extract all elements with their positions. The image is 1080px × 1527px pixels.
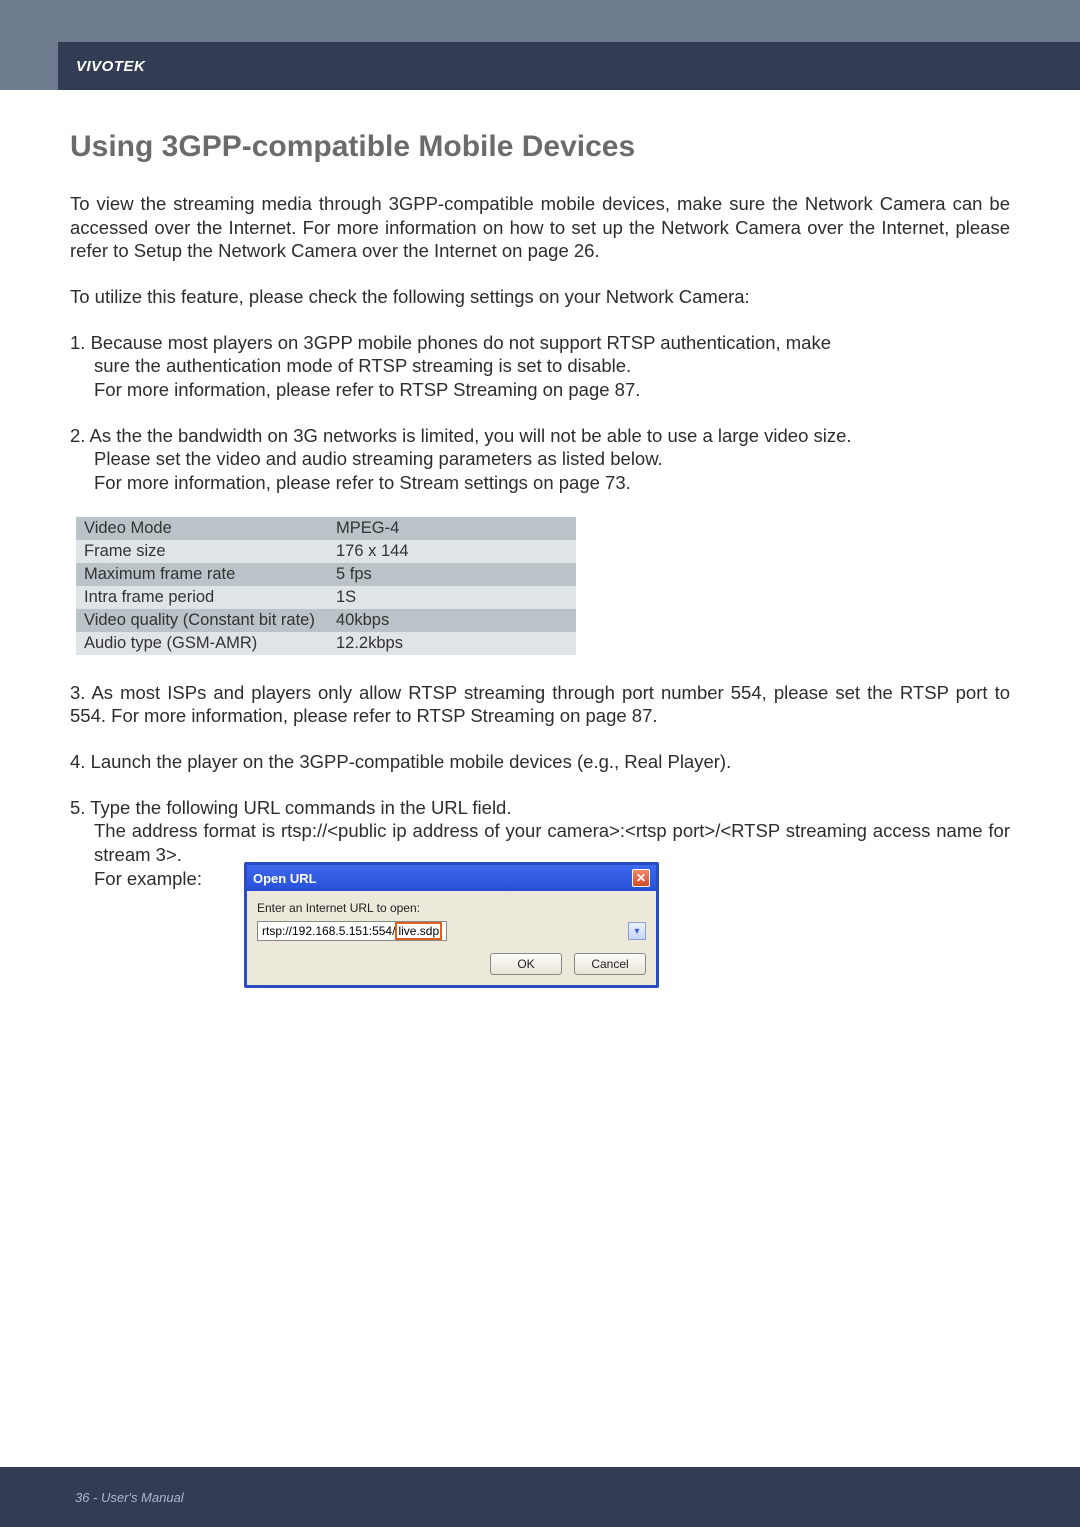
cell-key: Intra frame period [76, 586, 328, 609]
table-row: Frame size176 x 144 [76, 540, 576, 563]
cell-val: 12.2kbps [328, 632, 576, 655]
step-4: 4. Launch the player on the 3GPP-compati… [70, 750, 1010, 774]
dialog-body: Enter an Internet URL to open: rtsp://19… [247, 891, 656, 985]
settings-table: Video ModeMPEG-4 Frame size176 x 144 Max… [76, 517, 576, 655]
url-highlight: live.sdp [395, 922, 442, 940]
dialog-buttons: OK Cancel [257, 953, 646, 975]
dialog-titlebar[interactable]: Open URL ✕ [247, 865, 656, 891]
table-row: Maximum frame rate5 fps [76, 563, 576, 586]
step-1-line-1: 1. Because most players on 3GPP mobile p… [70, 331, 1010, 355]
cell-val: 40kbps [328, 609, 576, 632]
cell-val: 5 fps [328, 563, 576, 586]
table-row: Video quality (Constant bit rate)40kbps [76, 609, 576, 632]
brand-text: VIVOTEK [76, 58, 145, 75]
cancel-button[interactable]: Cancel [574, 953, 646, 975]
header-inner: VIVOTEK [58, 42, 1080, 90]
header-band: VIVOTEK [0, 0, 1080, 90]
intro-paragraph-1: To view the streaming media through 3GPP… [70, 192, 1010, 263]
table-row: Intra frame period1S [76, 586, 576, 609]
cell-key: Video quality (Constant bit rate) [76, 609, 328, 632]
step-1-line-2: sure the authentication mode of RTSP str… [70, 354, 1010, 378]
cell-key: Frame size [76, 540, 328, 563]
cell-key: Maximum frame rate [76, 563, 328, 586]
cell-key: Video Mode [76, 517, 328, 540]
url-row: rtsp://192.168.5.151:554/live.sdp ▾ [257, 921, 646, 941]
step-2-line-3: For more information, please refer to St… [70, 471, 1010, 495]
step-5-line-1: 5. Type the following URL commands in th… [70, 796, 1010, 820]
cell-val: MPEG-4 [328, 517, 576, 540]
page-footer: 36 - User's Manual [0, 1467, 1080, 1527]
cell-val: 1S [328, 586, 576, 609]
cell-key: Audio type (GSM-AMR) [76, 632, 328, 655]
chevron-down-icon[interactable]: ▾ [628, 922, 646, 940]
footer-text: 36 - User's Manual [75, 1490, 184, 1505]
close-icon[interactable]: ✕ [632, 869, 650, 887]
cell-val: 176 x 144 [328, 540, 576, 563]
table-row: Video ModeMPEG-4 [76, 517, 576, 540]
dialog-title-text: Open URL [253, 871, 317, 886]
step-1-line-3: For more information, please refer to RT… [70, 378, 1010, 402]
page-content: Using 3GPP-compatible Mobile Devices To … [0, 90, 1080, 890]
url-input[interactable]: rtsp://192.168.5.151:554/live.sdp [257, 921, 447, 941]
step-2: 2. As the the bandwidth on 3G networks i… [70, 424, 1010, 495]
ok-button[interactable]: OK [490, 953, 562, 975]
open-url-dialog: Open URL ✕ Enter an Internet URL to open… [244, 862, 659, 988]
table-row: Audio type (GSM-AMR)12.2kbps [76, 632, 576, 655]
step-5-line-2: The address format is rtsp://<public ip … [70, 819, 1010, 866]
step-2-line-1: 2. As the the bandwidth on 3G networks i… [70, 424, 1010, 448]
intro-paragraph-2: To utilize this feature, please check th… [70, 285, 1010, 309]
step-3: 3. As most ISPs and players only allow R… [70, 681, 1010, 728]
url-prefix: rtsp://192.168.5.151:554/ [262, 924, 395, 938]
dialog-label: Enter an Internet URL to open: [257, 901, 646, 915]
step-1: 1. Because most players on 3GPP mobile p… [70, 331, 1010, 402]
section-heading: Using 3GPP-compatible Mobile Devices [70, 130, 1010, 164]
step-2-line-2: Please set the video and audio streaming… [70, 447, 1010, 471]
